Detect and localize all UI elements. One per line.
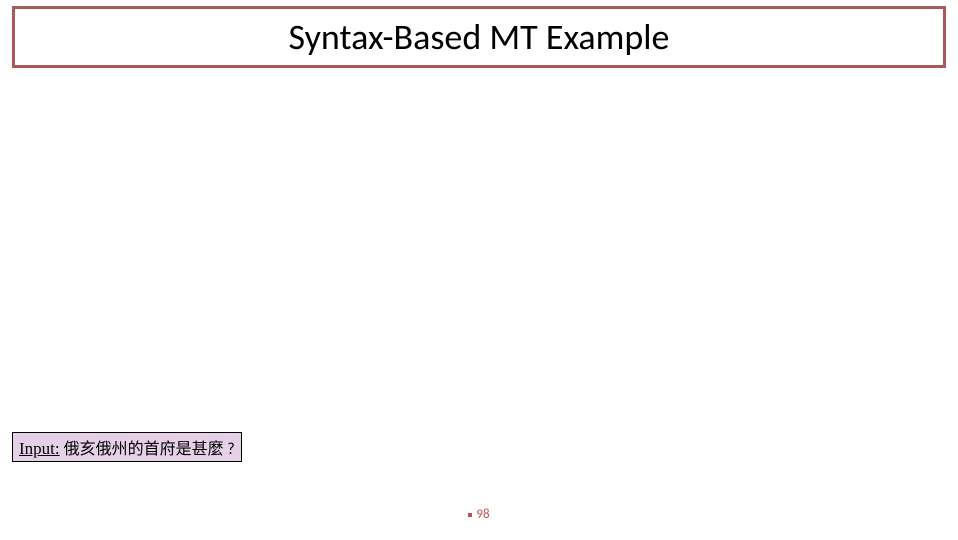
input-text: 俄亥俄州的首府是甚麼 ? bbox=[64, 435, 235, 459]
footer-bullet-icon bbox=[468, 513, 472, 517]
slide-title: Syntax-Based MT Example bbox=[289, 15, 670, 59]
page-number: 98 bbox=[476, 507, 489, 522]
input-example-box: Input: 俄亥俄州的首府是甚麼 ? bbox=[12, 432, 242, 462]
input-label: Input: bbox=[19, 439, 60, 459]
slide-title-box: Syntax-Based MT Example bbox=[12, 6, 946, 68]
slide-footer: 98 bbox=[0, 507, 958, 522]
